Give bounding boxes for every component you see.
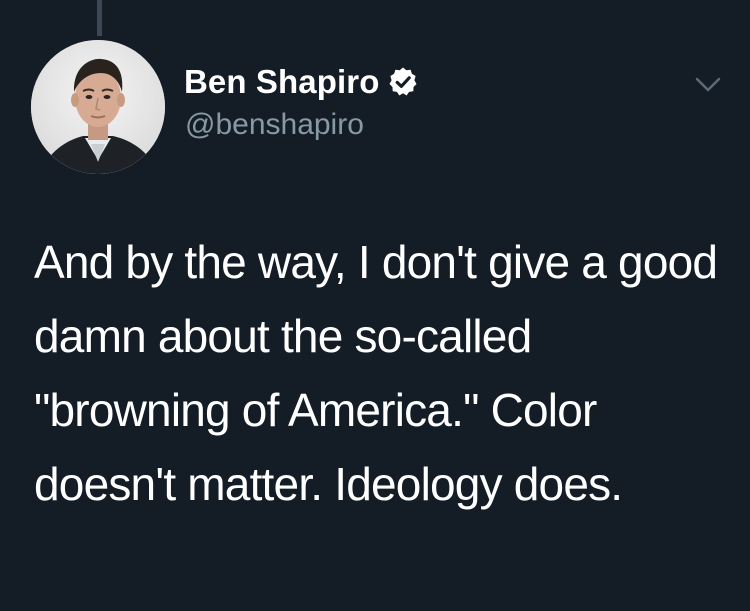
chevron-down-icon[interactable] <box>688 70 728 100</box>
thread-connector-line <box>97 0 102 36</box>
avatar-photo <box>31 40 165 174</box>
username-handle[interactable]: @benshapiro <box>185 108 364 142</box>
tweet-text: And by the way, I don't give a good damn… <box>34 236 718 510</box>
display-name[interactable]: Ben Shapiro <box>184 63 379 101</box>
verified-badge-icon <box>387 66 419 98</box>
avatar[interactable] <box>31 40 165 174</box>
author-name-row[interactable]: Ben Shapiro <box>184 60 419 104</box>
